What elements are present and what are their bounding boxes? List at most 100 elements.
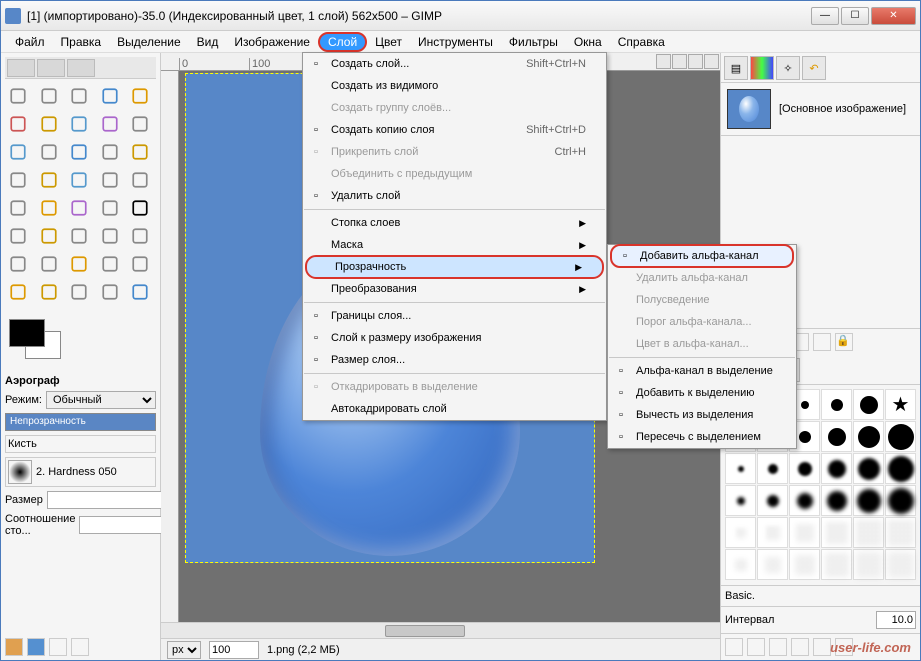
tool-6[interactable]	[36, 111, 62, 137]
color-swatches[interactable]	[5, 315, 156, 365]
titlebar[interactable]: [1] (импортировано)-35.0 (Индексированны…	[1, 1, 920, 31]
brush-18[interactable]	[725, 485, 756, 516]
ruler-vertical[interactable]	[161, 71, 179, 622]
menuitem-маска[interactable]: Маска▶	[303, 234, 606, 256]
tool-14[interactable]	[127, 139, 153, 165]
menuitem-создать-копию-слоя[interactable]: ▫Создать копию слояShift+Ctrl+D	[303, 119, 606, 141]
menubar[interactable]: ФайлПравкаВыделениеВидИзображениеСлойЦве…	[1, 31, 920, 53]
menuitem-прозрачность[interactable]: Прозрачность▶	[305, 255, 604, 279]
paths-tab-icon[interactable]: ✧	[776, 56, 800, 80]
tool-17[interactable]	[66, 167, 92, 193]
close-button[interactable]: ✕	[871, 7, 916, 25]
channels-tab-icon[interactable]	[750, 56, 774, 80]
tool-5[interactable]	[5, 111, 31, 137]
menuitem-удалить-слой[interactable]: ▫Удалить слой	[303, 185, 606, 207]
tool-13[interactable]	[97, 139, 123, 165]
opacity-slider[interactable]: Непрозрачность	[5, 413, 156, 431]
undo-tab-icon[interactable]: ↶	[802, 56, 826, 80]
zoom-input[interactable]	[209, 641, 259, 659]
menuitem-создать-слой-[interactable]: ▫Создать слой...Shift+Ctrl+N	[303, 53, 606, 75]
brush-14[interactable]	[789, 453, 820, 484]
maximize-button[interactable]: ☐	[841, 7, 869, 25]
brush-23[interactable]	[885, 485, 916, 516]
menuitem-размер-слоя-[interactable]: ▫Размер слоя...	[303, 349, 606, 371]
menuitem-преобразования[interactable]: Преобразования▶	[303, 278, 606, 300]
tool-7[interactable]	[66, 111, 92, 137]
tool-9[interactable]	[127, 111, 153, 137]
layers-list[interactable]: [Основное изображение]	[721, 83, 920, 136]
menuitem-альфа-канал-в-выделение[interactable]: ▫Альфа-канал в выделение	[608, 360, 796, 382]
brush-4[interactable]	[853, 389, 884, 420]
menu-Изображение[interactable]: Изображение	[226, 32, 318, 52]
brush-19[interactable]	[757, 485, 788, 516]
tool-20[interactable]	[5, 195, 31, 221]
layers-tab-icon[interactable]: ▤	[724, 56, 748, 80]
tool-29[interactable]	[127, 223, 153, 249]
menu-Слой[interactable]: Слой	[318, 32, 367, 52]
menuitem-добавить-к-выделению[interactable]: ▫Добавить к выделению	[608, 382, 796, 404]
tool-1[interactable]	[36, 83, 62, 109]
interval-input[interactable]	[876, 611, 916, 629]
tool-33[interactable]	[97, 251, 123, 277]
menuitem-создать-из-видимого[interactable]: Создать из видимого	[303, 75, 606, 97]
brush-34[interactable]	[853, 549, 884, 580]
menu-Фильтры[interactable]: Фильтры	[501, 32, 566, 52]
tool-18[interactable]	[97, 167, 123, 193]
tool-30[interactable]	[5, 251, 31, 277]
brushset-name[interactable]: Basic.	[725, 590, 916, 602]
brush-15[interactable]	[821, 453, 852, 484]
brush-16[interactable]	[853, 453, 884, 484]
menuitem-вычесть-из-выделения[interactable]: ▫Вычесть из выделения	[608, 404, 796, 426]
menu-Файл[interactable]: Файл	[7, 32, 53, 52]
layer-menu[interactable]: ▫Создать слой...Shift+Ctrl+NСоздать из в…	[302, 52, 607, 421]
tool-19[interactable]	[127, 167, 153, 193]
brush-32[interactable]	[789, 549, 820, 580]
brush-33[interactable]	[821, 549, 852, 580]
brush-9[interactable]	[821, 421, 852, 452]
tool-21[interactable]	[36, 195, 62, 221]
brush-name-row[interactable]: 2. Hardness 050	[5, 457, 156, 487]
menu-Вид[interactable]: Вид	[189, 32, 227, 52]
toolbox-footer[interactable]	[5, 632, 156, 656]
brush-12[interactable]	[725, 453, 756, 484]
tool-3[interactable]	[97, 83, 123, 109]
brush-24[interactable]	[725, 517, 756, 548]
brush-22[interactable]	[853, 485, 884, 516]
tool-39[interactable]	[127, 279, 153, 305]
tool-8[interactable]	[97, 111, 123, 137]
tool-36[interactable]	[36, 279, 62, 305]
tool-15[interactable]	[5, 167, 31, 193]
tool-grid[interactable]	[5, 79, 156, 309]
brush-27[interactable]	[821, 517, 852, 548]
tool-0[interactable]	[5, 83, 31, 109]
menu-Инструменты[interactable]: Инструменты	[410, 32, 501, 52]
brush-13[interactable]	[757, 453, 788, 484]
tool-34[interactable]	[127, 251, 153, 277]
tool-25[interactable]	[5, 223, 31, 249]
menuitem-добавить-альфа-канал[interactable]: ▫Добавить альфа-канал	[610, 244, 794, 268]
brush-30[interactable]	[725, 549, 756, 580]
tool-23[interactable]	[97, 195, 123, 221]
menuitem-автокадрировать-слой[interactable]: Автокадрировать слой	[303, 398, 606, 420]
tool-10[interactable]	[5, 139, 31, 165]
brush-17[interactable]	[885, 453, 916, 484]
menuitem-границы-слоя-[interactable]: ▫Границы слоя...	[303, 305, 606, 327]
layer-thumbnail[interactable]	[727, 89, 771, 129]
menu-Цвет[interactable]: Цвет	[367, 32, 410, 52]
right-panel-tabs[interactable]: ▤ ✧ ↶	[721, 53, 920, 83]
brush-selector[interactable]: Кисть	[5, 435, 156, 453]
menuitem-слой-к-размеру-изображения[interactable]: ▫Слой к размеру изображения	[303, 327, 606, 349]
brush-26[interactable]	[789, 517, 820, 548]
transparency-submenu[interactable]: ▫Добавить альфа-каналУдалить альфа-канал…	[607, 244, 797, 449]
tool-26[interactable]	[36, 223, 62, 249]
brush-35[interactable]	[885, 549, 916, 580]
brush-25[interactable]	[757, 517, 788, 548]
unit-select[interactable]: px	[167, 641, 201, 659]
fg-color[interactable]	[9, 319, 45, 347]
brush-11[interactable]	[885, 421, 916, 452]
brush-21[interactable]	[821, 485, 852, 516]
tool-31[interactable]	[36, 251, 62, 277]
tool-38[interactable]	[97, 279, 123, 305]
brush-28[interactable]	[853, 517, 884, 548]
menuitem-пересечь-с-выделением[interactable]: ▫Пересечь с выделением	[608, 426, 796, 448]
